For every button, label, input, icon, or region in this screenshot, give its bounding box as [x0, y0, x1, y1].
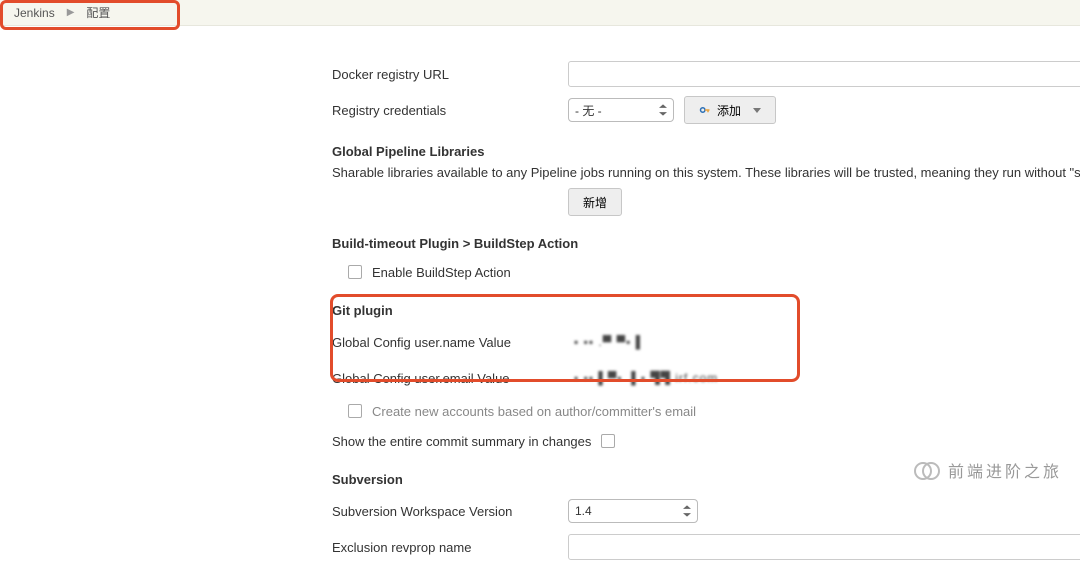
breadcrumb-root[interactable]: Jenkins: [4, 6, 65, 20]
git-plugin-section-title: Git plugin: [332, 303, 1080, 318]
git-show-summary-label: Show the entire commit summary in change…: [332, 434, 591, 449]
watermark-text: 前端进阶之旅: [948, 458, 1062, 482]
pipeline-add-button[interactable]: 新增: [568, 188, 622, 216]
docker-registry-url-input[interactable]: [568, 61, 1080, 87]
git-create-accounts-checkbox[interactable]: [348, 404, 362, 418]
docker-registry-url-label: Docker registry URL: [332, 67, 568, 82]
svn-exclusion-revprop-input[interactable]: [568, 534, 1080, 560]
add-credentials-label: 添加: [717, 102, 741, 119]
pipeline-libraries-description: Sharable libraries available to any Pipe…: [332, 165, 1080, 180]
docker-label-field-label: Docker Label: [332, 31, 568, 46]
breadcrumb-current[interactable]: 配置: [76, 4, 120, 21]
git-user-email-input[interactable]: ▪ ▪▪▐ ▀▪ ▐ ▪ ▜▜ irf.com: [568, 366, 788, 390]
svn-exclusion-revprop-label: Exclusion revprop name: [332, 540, 568, 555]
pipeline-libraries-section-title: Global Pipeline Libraries: [332, 144, 1080, 159]
svn-workspace-version-label: Subversion Workspace Version: [332, 504, 568, 519]
git-user-name-label: Global Config user.name Value: [332, 335, 568, 350]
git-user-name-input[interactable]: ▪ ▪▪ .▀ ▀▪ ▌: [568, 330, 788, 354]
caret-down-icon: [753, 108, 761, 113]
add-credentials-button[interactable]: 添加: [684, 96, 776, 124]
git-show-summary-checkbox[interactable]: [601, 434, 615, 448]
chevron-right-icon: ▶: [65, 7, 77, 18]
enable-buildstep-label: Enable BuildStep Action: [372, 265, 511, 280]
registry-credentials-label: Registry credentials: [332, 103, 568, 118]
watermark: 前端进阶之旅: [914, 458, 1062, 482]
svn-workspace-version-select[interactable]: 1.4: [568, 499, 698, 523]
enable-buildstep-checkbox[interactable]: [348, 265, 362, 279]
wechat-icon: [914, 459, 940, 481]
key-icon: [699, 104, 711, 116]
git-create-accounts-label: Create new accounts based on author/comm…: [372, 404, 696, 419]
build-timeout-section-title: Build-timeout Plugin > BuildStep Action: [332, 236, 1080, 251]
registry-credentials-select[interactable]: - 无 -: [568, 98, 674, 122]
git-user-email-label: Global Config user.email Value: [332, 371, 568, 386]
